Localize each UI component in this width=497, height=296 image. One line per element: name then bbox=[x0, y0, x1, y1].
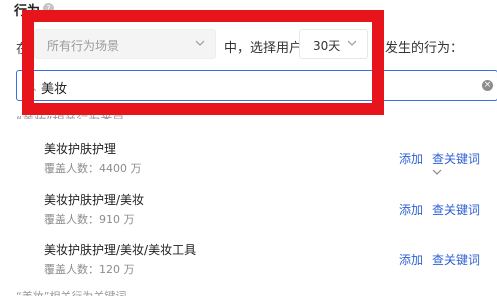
list-item: 美妆护肤护理 覆盖人数：4400 万 添加 查关键词 bbox=[0, 140, 497, 190]
filter-suffix-text: 内发生的行为： bbox=[372, 41, 464, 56]
question-circle-icon[interactable]: ? bbox=[43, 3, 54, 14]
add-button[interactable]: 添加 bbox=[399, 150, 423, 167]
result-coverage: 覆盖人数：120 万 bbox=[44, 263, 135, 276]
view-keywords-link[interactable]: 查关键词 bbox=[432, 201, 480, 218]
clear-circle-icon[interactable]: × bbox=[482, 80, 493, 91]
duration-select[interactable]: 30天 bbox=[299, 29, 368, 59]
view-keywords-link[interactable]: 查关键词 bbox=[432, 150, 480, 167]
scene-select[interactable]: 所有行为场景 bbox=[34, 29, 216, 59]
chevron-down-icon bbox=[432, 169, 442, 175]
keywords-section-header: “美妆”相关行为关键词 bbox=[16, 288, 126, 296]
section-title: 行为 bbox=[14, 4, 41, 19]
list-item: 美妆护肤护理/美妆/美妆工具 覆盖人数：120 万 添加 查关键词 bbox=[0, 241, 497, 291]
result-name: 美妆护肤护理/美妆/美妆工具 bbox=[44, 243, 197, 257]
result-coverage: 覆盖人数：4400 万 bbox=[44, 162, 142, 175]
chevron-down-icon bbox=[347, 40, 357, 46]
behavior-targeting-panel: 行为 ? 在 所有行为场景 中，选择用户 30天 内发生的行为： 美妆 × “美… bbox=[0, 0, 497, 296]
view-keywords-link[interactable]: 查关键词 bbox=[432, 251, 480, 268]
scene-select-value: 所有行为场景 bbox=[47, 39, 120, 53]
search-icon bbox=[25, 80, 37, 92]
filter-prefix-text: 在 bbox=[16, 42, 30, 57]
behavior-search-input[interactable]: 美妆 × bbox=[16, 70, 497, 101]
results-category-header: “美妆”相关行为类目 bbox=[16, 111, 124, 119]
search-value: 美妆 bbox=[41, 82, 68, 97]
filter-middle-text: 中，选择用户 bbox=[224, 41, 303, 56]
add-button[interactable]: 添加 bbox=[399, 251, 423, 268]
result-coverage: 覆盖人数：910 万 bbox=[44, 213, 135, 226]
duration-select-value: 30天 bbox=[313, 39, 341, 53]
result-name: 美妆护肤护理 bbox=[44, 142, 117, 156]
list-item: 美妆护肤护理/美妆 覆盖人数：910 万 添加 查关键词 bbox=[0, 191, 497, 241]
chevron-down-icon bbox=[195, 40, 205, 46]
result-name: 美妆护肤护理/美妆 bbox=[44, 193, 145, 207]
add-button[interactable]: 添加 bbox=[399, 201, 423, 218]
